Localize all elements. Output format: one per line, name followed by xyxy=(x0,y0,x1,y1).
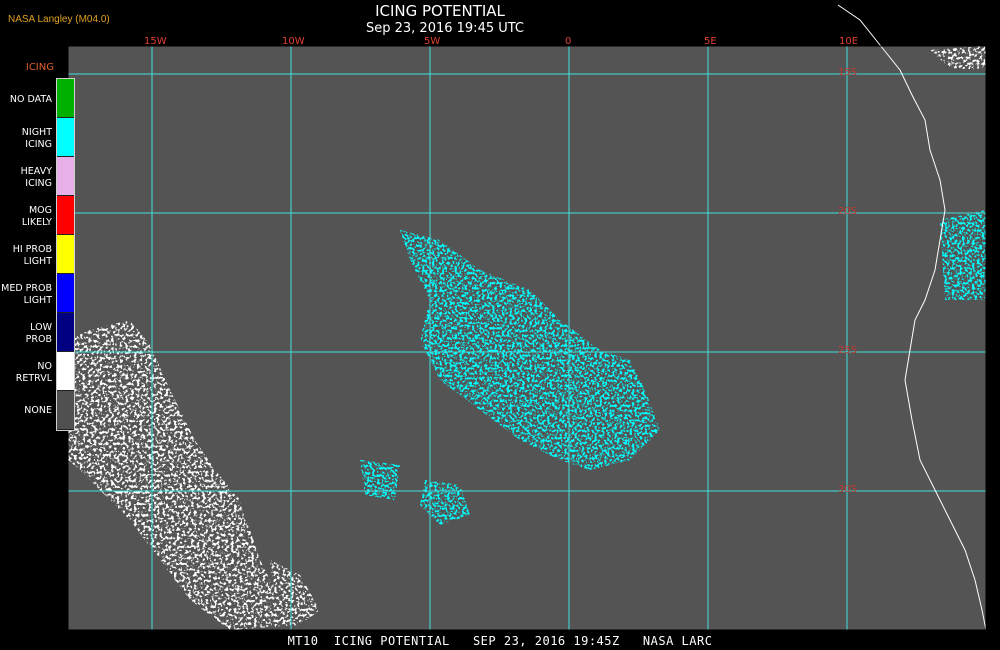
icing-map xyxy=(67,4,987,631)
legend-swatch-low-prob xyxy=(57,313,74,352)
longitude-label-5e: 5E xyxy=(704,36,717,47)
legend-label-none: NONE xyxy=(24,405,52,416)
longitude-label-10e: 10E xyxy=(839,36,859,47)
legend-swatch-hi-prob-light xyxy=(57,235,74,274)
latitude-label-25s: 25S xyxy=(838,345,858,356)
legend-swatch-mog-likely xyxy=(57,196,74,235)
longitude-label-15w: 15W xyxy=(144,36,167,47)
longitude-label-5w: 5W xyxy=(424,36,441,47)
legend-swatch-no-retrieval xyxy=(57,352,74,391)
longitude-label-10w: 10W xyxy=(282,36,305,47)
legend-label-no-retrieval: NO RETRVL xyxy=(15,361,52,384)
legend-swatch-med-prob-light xyxy=(57,274,74,313)
latitude-label-20s: 20S xyxy=(838,206,858,217)
footer-caption: MT10 ICING POTENTIAL SEP 23, 2016 19:45Z… xyxy=(287,634,713,648)
legend-swatch-none xyxy=(57,391,74,430)
legend-heading: ICING xyxy=(25,62,54,73)
legend-swatch-no-data xyxy=(57,79,74,118)
legend-label-mog-likely: MOG LIKELY xyxy=(21,205,52,228)
legend-label-med-prob-light: MED PROB LIGHT xyxy=(1,283,52,306)
latitude-label-30s: 30S xyxy=(838,484,858,495)
legend-swatch-night-icing xyxy=(57,118,74,157)
legend-color-bar xyxy=(56,78,75,431)
legend-label-no-data: NO DATA xyxy=(9,94,52,105)
legend-label-heavy-icing: HEAVY ICING xyxy=(20,166,52,189)
legend-swatch-heavy-icing xyxy=(57,157,74,196)
legend-label-hi-prob-light: HI PROB LIGHT xyxy=(12,244,52,267)
legend-label-night-icing: NIGHT ICING xyxy=(21,127,52,150)
longitude-label-0: 0 xyxy=(565,36,572,47)
legend-label-low-prob: LOW PROB xyxy=(25,322,52,345)
latitude-label-15s: 15S xyxy=(838,67,858,78)
